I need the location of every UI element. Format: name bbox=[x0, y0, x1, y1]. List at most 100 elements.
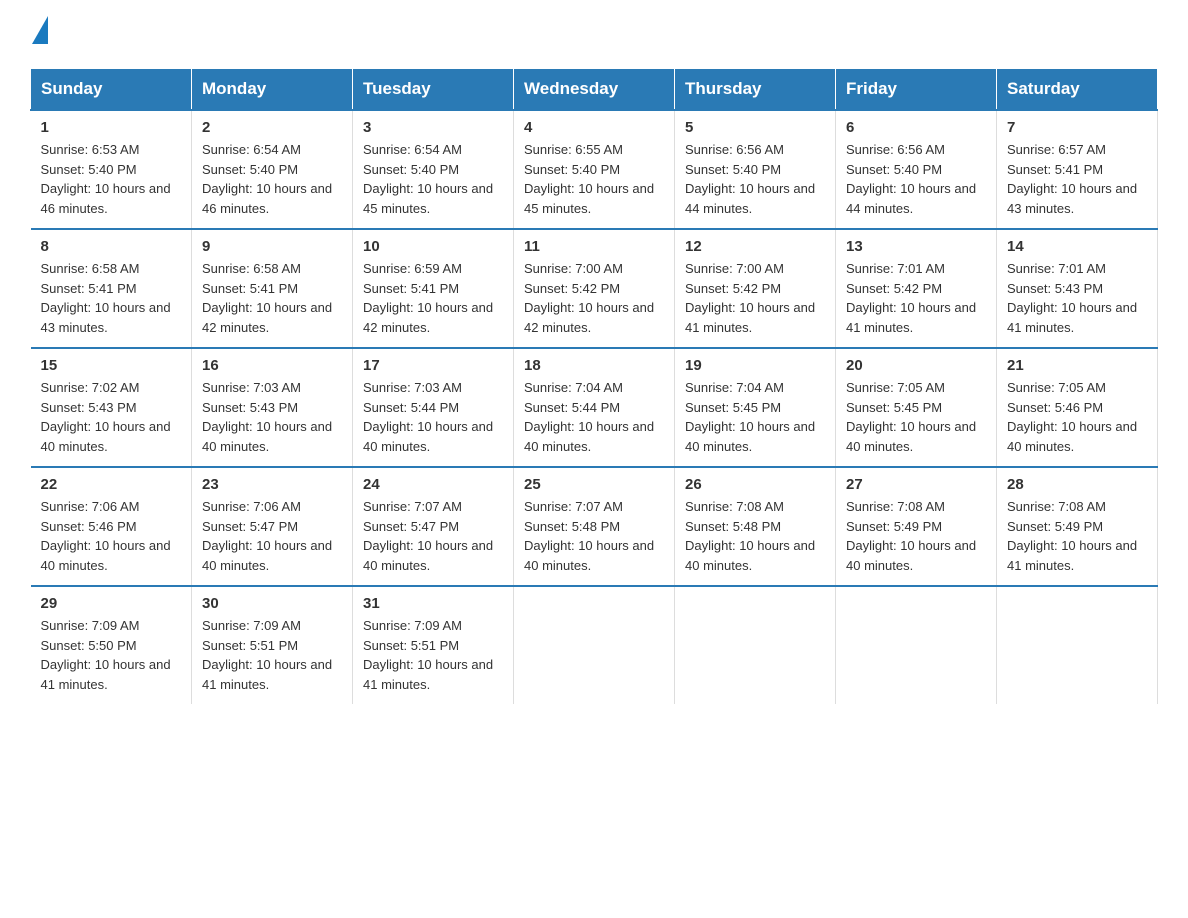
calendar-cell: 20 Sunrise: 7:05 AMSunset: 5:45 PMDaylig… bbox=[836, 348, 997, 467]
day-info: Sunrise: 7:05 AMSunset: 5:45 PMDaylight:… bbox=[846, 380, 976, 454]
day-info: Sunrise: 7:02 AMSunset: 5:43 PMDaylight:… bbox=[41, 380, 171, 454]
day-number: 26 bbox=[685, 476, 825, 493]
day-number: 2 bbox=[202, 119, 342, 136]
day-info: Sunrise: 7:09 AMSunset: 5:50 PMDaylight:… bbox=[41, 618, 171, 692]
header-tuesday: Tuesday bbox=[353, 69, 514, 111]
day-number: 23 bbox=[202, 476, 342, 493]
day-number: 28 bbox=[1007, 476, 1147, 493]
day-number: 30 bbox=[202, 595, 342, 612]
day-number: 11 bbox=[524, 238, 664, 255]
day-info: Sunrise: 7:09 AMSunset: 5:51 PMDaylight:… bbox=[202, 618, 332, 692]
calendar-cell: 18 Sunrise: 7:04 AMSunset: 5:44 PMDaylig… bbox=[514, 348, 675, 467]
day-info: Sunrise: 7:04 AMSunset: 5:44 PMDaylight:… bbox=[524, 380, 654, 454]
calendar-cell: 23 Sunrise: 7:06 AMSunset: 5:47 PMDaylig… bbox=[192, 467, 353, 586]
calendar-cell: 8 Sunrise: 6:58 AMSunset: 5:41 PMDayligh… bbox=[31, 229, 192, 348]
day-info: Sunrise: 7:08 AMSunset: 5:48 PMDaylight:… bbox=[685, 499, 815, 573]
calendar-cell: 16 Sunrise: 7:03 AMSunset: 5:43 PMDaylig… bbox=[192, 348, 353, 467]
day-number: 7 bbox=[1007, 119, 1147, 136]
day-number: 31 bbox=[363, 595, 503, 612]
page-header bbox=[30, 20, 1158, 48]
day-info: Sunrise: 6:54 AMSunset: 5:40 PMDaylight:… bbox=[363, 142, 493, 216]
day-number: 29 bbox=[41, 595, 182, 612]
day-info: Sunrise: 7:01 AMSunset: 5:43 PMDaylight:… bbox=[1007, 261, 1137, 335]
header-sunday: Sunday bbox=[31, 69, 192, 111]
day-number: 9 bbox=[202, 238, 342, 255]
calendar-week-row: 29 Sunrise: 7:09 AMSunset: 5:50 PMDaylig… bbox=[31, 586, 1158, 704]
day-info: Sunrise: 7:00 AMSunset: 5:42 PMDaylight:… bbox=[524, 261, 654, 335]
calendar-cell: 3 Sunrise: 6:54 AMSunset: 5:40 PMDayligh… bbox=[353, 110, 514, 229]
calendar-cell: 24 Sunrise: 7:07 AMSunset: 5:47 PMDaylig… bbox=[353, 467, 514, 586]
calendar-cell: 22 Sunrise: 7:06 AMSunset: 5:46 PMDaylig… bbox=[31, 467, 192, 586]
calendar-header-row: SundayMondayTuesdayWednesdayThursdayFrid… bbox=[31, 69, 1158, 111]
day-number: 6 bbox=[846, 119, 986, 136]
day-info: Sunrise: 7:07 AMSunset: 5:48 PMDaylight:… bbox=[524, 499, 654, 573]
calendar-cell: 27 Sunrise: 7:08 AMSunset: 5:49 PMDaylig… bbox=[836, 467, 997, 586]
day-info: Sunrise: 6:53 AMSunset: 5:40 PMDaylight:… bbox=[41, 142, 171, 216]
calendar-week-row: 8 Sunrise: 6:58 AMSunset: 5:41 PMDayligh… bbox=[31, 229, 1158, 348]
calendar-week-row: 1 Sunrise: 6:53 AMSunset: 5:40 PMDayligh… bbox=[31, 110, 1158, 229]
day-number: 19 bbox=[685, 357, 825, 374]
day-number: 4 bbox=[524, 119, 664, 136]
calendar-cell: 1 Sunrise: 6:53 AMSunset: 5:40 PMDayligh… bbox=[31, 110, 192, 229]
day-number: 12 bbox=[685, 238, 825, 255]
calendar-cell: 28 Sunrise: 7:08 AMSunset: 5:49 PMDaylig… bbox=[997, 467, 1158, 586]
calendar-cell: 11 Sunrise: 7:00 AMSunset: 5:42 PMDaylig… bbox=[514, 229, 675, 348]
day-number: 22 bbox=[41, 476, 182, 493]
day-number: 27 bbox=[846, 476, 986, 493]
day-info: Sunrise: 7:00 AMSunset: 5:42 PMDaylight:… bbox=[685, 261, 815, 335]
day-info: Sunrise: 7:05 AMSunset: 5:46 PMDaylight:… bbox=[1007, 380, 1137, 454]
calendar-cell: 6 Sunrise: 6:56 AMSunset: 5:40 PMDayligh… bbox=[836, 110, 997, 229]
day-number: 8 bbox=[41, 238, 182, 255]
day-number: 10 bbox=[363, 238, 503, 255]
day-number: 17 bbox=[363, 357, 503, 374]
calendar-cell: 2 Sunrise: 6:54 AMSunset: 5:40 PMDayligh… bbox=[192, 110, 353, 229]
calendar-week-row: 15 Sunrise: 7:02 AMSunset: 5:43 PMDaylig… bbox=[31, 348, 1158, 467]
day-number: 15 bbox=[41, 357, 182, 374]
day-number: 1 bbox=[41, 119, 182, 136]
header-saturday: Saturday bbox=[997, 69, 1158, 111]
day-info: Sunrise: 6:59 AMSunset: 5:41 PMDaylight:… bbox=[363, 261, 493, 335]
day-info: Sunrise: 7:04 AMSunset: 5:45 PMDaylight:… bbox=[685, 380, 815, 454]
header-friday: Friday bbox=[836, 69, 997, 111]
calendar-cell bbox=[675, 586, 836, 704]
logo bbox=[30, 20, 48, 48]
day-info: Sunrise: 7:06 AMSunset: 5:47 PMDaylight:… bbox=[202, 499, 332, 573]
header-wednesday: Wednesday bbox=[514, 69, 675, 111]
day-info: Sunrise: 7:07 AMSunset: 5:47 PMDaylight:… bbox=[363, 499, 493, 573]
calendar-cell: 17 Sunrise: 7:03 AMSunset: 5:44 PMDaylig… bbox=[353, 348, 514, 467]
calendar-cell bbox=[514, 586, 675, 704]
day-info: Sunrise: 6:57 AMSunset: 5:41 PMDaylight:… bbox=[1007, 142, 1137, 216]
day-number: 3 bbox=[363, 119, 503, 136]
calendar-cell: 5 Sunrise: 6:56 AMSunset: 5:40 PMDayligh… bbox=[675, 110, 836, 229]
calendar-cell: 9 Sunrise: 6:58 AMSunset: 5:41 PMDayligh… bbox=[192, 229, 353, 348]
day-number: 16 bbox=[202, 357, 342, 374]
calendar-cell: 26 Sunrise: 7:08 AMSunset: 5:48 PMDaylig… bbox=[675, 467, 836, 586]
day-info: Sunrise: 7:01 AMSunset: 5:42 PMDaylight:… bbox=[846, 261, 976, 335]
calendar-cell: 29 Sunrise: 7:09 AMSunset: 5:50 PMDaylig… bbox=[31, 586, 192, 704]
calendar-cell: 7 Sunrise: 6:57 AMSunset: 5:41 PMDayligh… bbox=[997, 110, 1158, 229]
calendar-cell: 10 Sunrise: 6:59 AMSunset: 5:41 PMDaylig… bbox=[353, 229, 514, 348]
day-info: Sunrise: 7:08 AMSunset: 5:49 PMDaylight:… bbox=[1007, 499, 1137, 573]
calendar-cell bbox=[836, 586, 997, 704]
day-info: Sunrise: 6:55 AMSunset: 5:40 PMDaylight:… bbox=[524, 142, 654, 216]
day-info: Sunrise: 7:08 AMSunset: 5:49 PMDaylight:… bbox=[846, 499, 976, 573]
day-number: 14 bbox=[1007, 238, 1147, 255]
calendar-cell: 25 Sunrise: 7:07 AMSunset: 5:48 PMDaylig… bbox=[514, 467, 675, 586]
calendar-cell: 14 Sunrise: 7:01 AMSunset: 5:43 PMDaylig… bbox=[997, 229, 1158, 348]
day-info: Sunrise: 7:03 AMSunset: 5:44 PMDaylight:… bbox=[363, 380, 493, 454]
day-info: Sunrise: 6:56 AMSunset: 5:40 PMDaylight:… bbox=[846, 142, 976, 216]
calendar-cell bbox=[997, 586, 1158, 704]
calendar-cell: 31 Sunrise: 7:09 AMSunset: 5:51 PMDaylig… bbox=[353, 586, 514, 704]
day-info: Sunrise: 7:03 AMSunset: 5:43 PMDaylight:… bbox=[202, 380, 332, 454]
day-number: 5 bbox=[685, 119, 825, 136]
day-info: Sunrise: 6:54 AMSunset: 5:40 PMDaylight:… bbox=[202, 142, 332, 216]
day-number: 20 bbox=[846, 357, 986, 374]
day-number: 18 bbox=[524, 357, 664, 374]
header-monday: Monday bbox=[192, 69, 353, 111]
calendar-cell: 21 Sunrise: 7:05 AMSunset: 5:46 PMDaylig… bbox=[997, 348, 1158, 467]
calendar-cell: 19 Sunrise: 7:04 AMSunset: 5:45 PMDaylig… bbox=[675, 348, 836, 467]
logo-triangle-icon bbox=[32, 16, 48, 44]
calendar-table: SundayMondayTuesdayWednesdayThursdayFrid… bbox=[30, 68, 1158, 704]
day-number: 21 bbox=[1007, 357, 1147, 374]
calendar-cell: 15 Sunrise: 7:02 AMSunset: 5:43 PMDaylig… bbox=[31, 348, 192, 467]
